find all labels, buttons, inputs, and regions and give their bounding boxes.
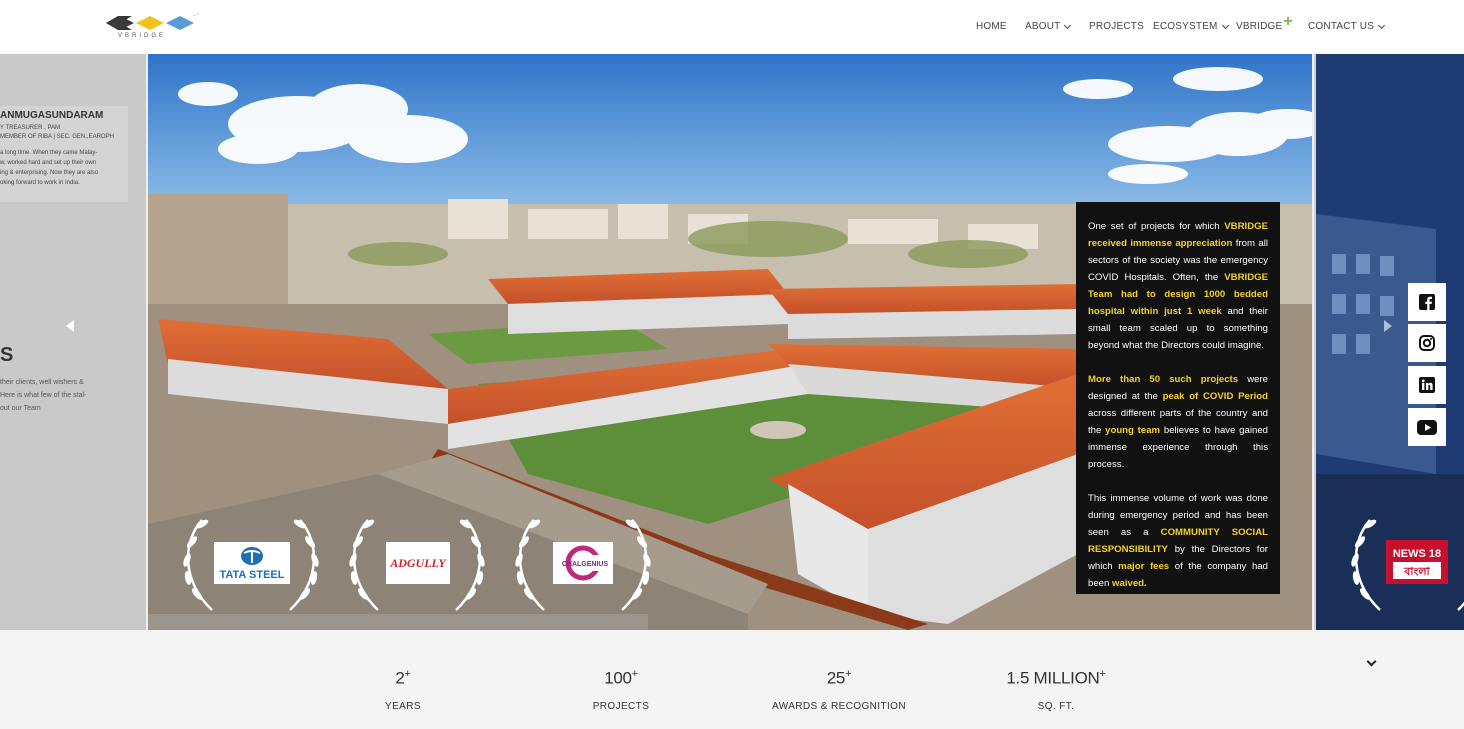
highlighted-text: More than 50 such projects: [1088, 374, 1239, 385]
nav-about[interactable]: ABOUT: [1025, 21, 1072, 32]
testimonial-quote: a long time. When they came Malay- w, wo…: [0, 150, 99, 186]
slider-next-arrow[interactable]: [1384, 320, 1392, 332]
chevron-down-icon: [1221, 21, 1229, 29]
adgully-logo: ADGULLY: [386, 542, 450, 584]
award-chalgenius[interactable]: CHALGENIUS: [504, 512, 662, 616]
instagram-icon[interactable]: [1408, 324, 1446, 362]
body-text: One set of projects for which: [1088, 221, 1225, 232]
info-paragraph-1: One set of projects for which VBRIDGE re…: [1088, 218, 1268, 354]
highlighted-text: waived.: [1112, 578, 1147, 589]
testimonial-name: ANMUGASUNDARAM: [0, 110, 104, 121]
plus-icon: +: [1283, 13, 1293, 30]
slider-prev-arrow[interactable]: [66, 320, 74, 332]
nav-vbridge-plus[interactable]: VBRIDGE +: [1236, 13, 1293, 32]
svg-text:ADGULLY: ADGULLY: [389, 556, 447, 570]
facebook-icon[interactable]: [1408, 283, 1446, 321]
youtube-icon[interactable]: [1408, 408, 1446, 446]
svg-text:বাংলা: বাংলা: [1403, 565, 1430, 578]
info-paragraph-2: More than 50 such projects were designed…: [1088, 371, 1268, 473]
chalgenius-logo: CHALGENIUS: [553, 542, 613, 584]
chevron-down-icon: [1064, 21, 1072, 29]
main-nav: HOME ABOUT PROJECTS ECOSYSTEM VBRIDGE + C…: [0, 13, 1464, 37]
highlighted-text: major fees: [1118, 561, 1170, 572]
award-tata-steel[interactable]: TATA STEEL: [172, 512, 330, 616]
chevron-down-icon[interactable]: [1366, 656, 1377, 667]
covid-projects-description: One set of projects for which VBRIDGE re…: [1076, 202, 1280, 594]
stat-awards: 25+ AWARDS & RECOGNITION: [772, 668, 906, 712]
nav-projects[interactable]: PROJECTS: [1089, 21, 1144, 32]
linkedin-icon[interactable]: [1408, 366, 1446, 404]
svg-text:TATA STEEL: TATA STEEL: [220, 569, 285, 581]
chevron-down-icon: [1378, 21, 1386, 29]
testimonial-title: Y TREASURER , PAM MEMBER OF RIBA | SEC. …: [0, 125, 114, 140]
prev-slide-testimonial: ANMUGASUNDARAM Y TREASURER , PAM MEMBER …: [0, 54, 146, 630]
stat-projects: 100+ PROJECTS: [592, 668, 650, 712]
award-adgully[interactable]: ADGULLY: [338, 512, 496, 616]
stat-sqft: 1.5 MILLION+ SQ. FT.: [1006, 668, 1106, 712]
stat-years: 2+ YEARS: [385, 668, 421, 712]
svg-text:NEWS 18: NEWS 18: [1393, 548, 1441, 560]
info-paragraph-3: This immense volume of work was done dur…: [1088, 490, 1268, 592]
testimonials-heading: S: [0, 344, 14, 366]
highlighted-text: young team: [1105, 425, 1161, 436]
news18-logo: NEWS 18 বাংলা: [1386, 540, 1448, 584]
nav-ecosystem[interactable]: ECOSYSTEM: [1153, 21, 1229, 32]
award-news18-bangla[interactable]: NEWS 18 বাংলা: [1340, 512, 1464, 616]
site-header: VBRIDGE HOME ABOUT PROJECTS ECOSYSTEM VB…: [0, 0, 1464, 54]
nav-home[interactable]: HOME: [976, 21, 1007, 32]
hero-slider: ANMUGASUNDARAM Y TREASURER , PAM MEMBER …: [0, 54, 1464, 630]
highlighted-text: peak of COVID Period: [1162, 391, 1268, 402]
nav-contact[interactable]: CONTACT US: [1308, 21, 1386, 32]
svg-text:CHALGENIUS: CHALGENIUS: [562, 561, 609, 568]
testimonials-intro: their clients, well wishers & Here is wh…: [0, 379, 87, 412]
stats-bar: 2+ YEARS 100+ PROJECTS 25+ AWARDS & RECO…: [0, 630, 1464, 729]
tata-steel-logo: TATA STEEL: [214, 542, 290, 584]
